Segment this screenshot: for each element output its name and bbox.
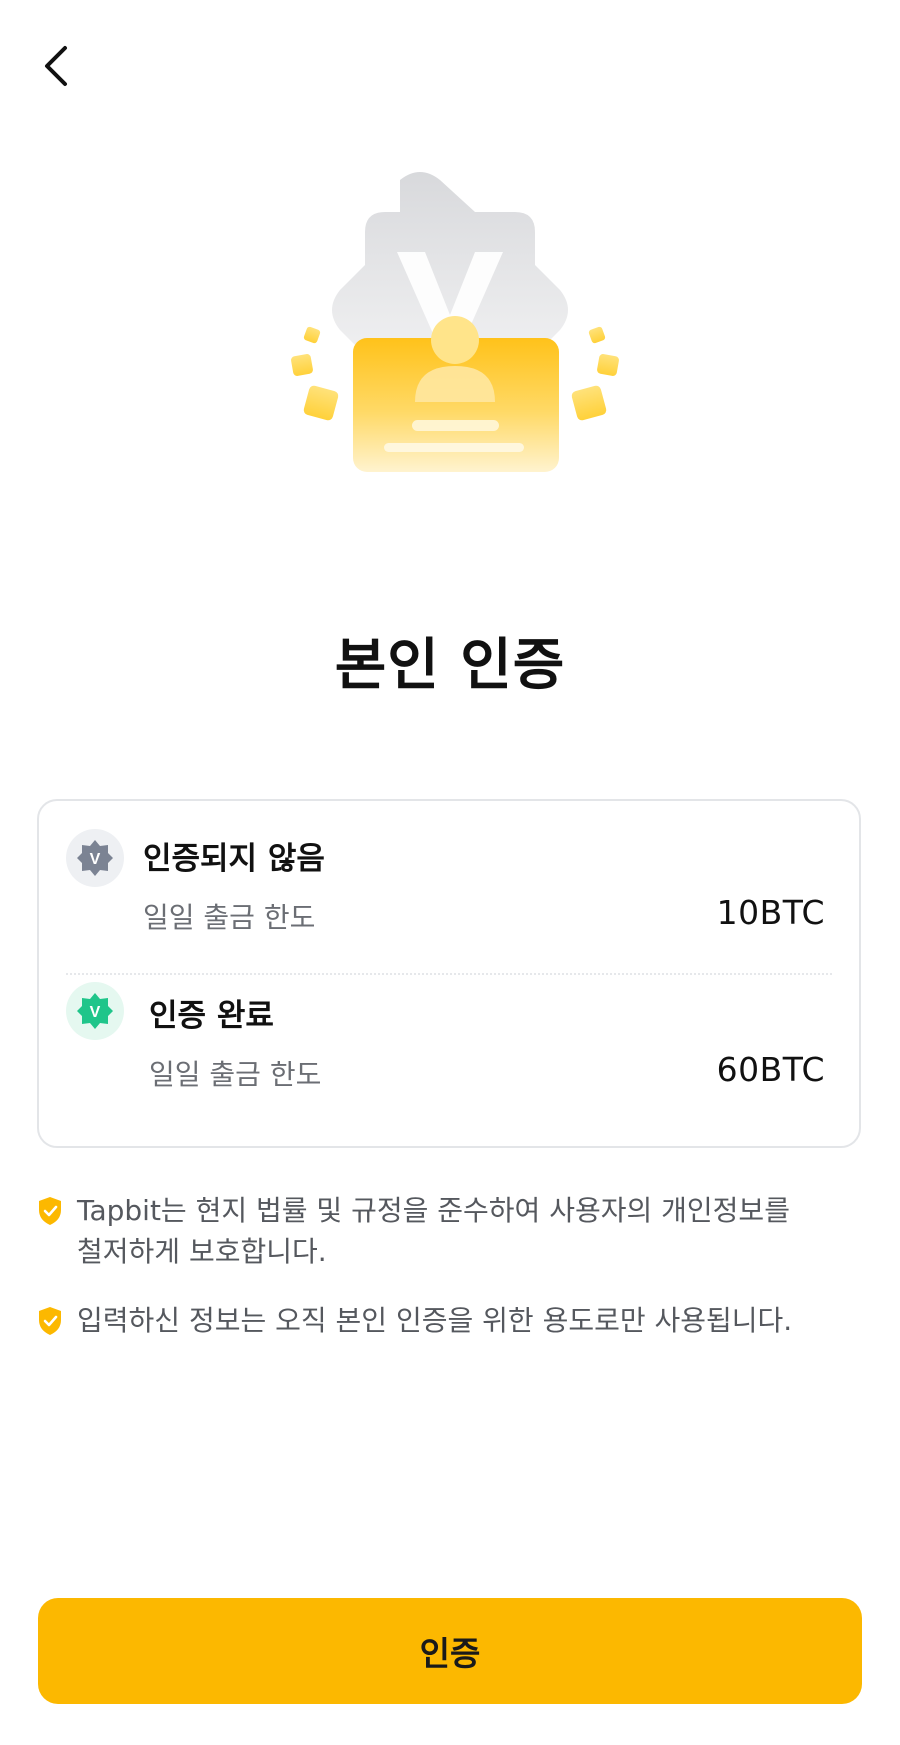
chevron-left-icon [45, 46, 67, 86]
limit-value: 10BTC [716, 893, 825, 932]
unverified-badge-icon: V [66, 829, 124, 887]
verified-badge-icon: V [66, 982, 124, 1040]
note-item: Tapbit는 현지 법률 및 규정을 준수하여 사용자의 개인정보를 철저하게… [37, 1190, 867, 1272]
verified-id-card-illustration [250, 170, 650, 550]
shield-check-icon [39, 1307, 61, 1335]
back-button[interactable] [30, 36, 82, 96]
verification-levels-card: V 인증되지 않음 일일 출금 한도 10BTC V 인증 완료 일일 출금 한… [37, 799, 861, 1148]
verify-button[interactable]: 인증 [38, 1598, 862, 1704]
privacy-notes: Tapbit는 현지 법률 및 규정을 준수하여 사용자의 개인정보를 철저하게… [37, 1190, 867, 1369]
page-title: 본인 인증 [334, 633, 566, 698]
svg-text:V: V [90, 851, 101, 868]
level-row-unverified: V 인증되지 않음 일일 출금 한도 10BTC [39, 801, 859, 941]
level-name: 인증되지 않음 [143, 841, 325, 877]
verify-button-label: 인증 [419, 1634, 481, 1673]
divider [66, 973, 832, 975]
note-text-line: Tapbit는 현지 법률 및 규정을 준수하여 사용자의 개인정보를 [77, 1194, 790, 1227]
note-text-line: 입력하신 정보는 오직 본인 인증을 위한 용도로만 사용됩니다. [77, 1304, 793, 1337]
shield-check-icon [39, 1197, 61, 1225]
level-row-verified: V 인증 완료 일일 출금 한도 60BTC [39, 976, 859, 1116]
note-text-line: 철저하게 보호합니다. [77, 1235, 327, 1268]
limit-label: 일일 출금 한도 [143, 901, 316, 934]
note-item: 입력하신 정보는 오직 본인 인증을 위한 용도로만 사용됩니다. [37, 1300, 867, 1341]
svg-text:V: V [90, 1004, 101, 1021]
limit-label: 일일 출금 한도 [149, 1058, 322, 1091]
level-name: 인증 완료 [149, 998, 274, 1034]
limit-value: 60BTC [716, 1050, 825, 1089]
